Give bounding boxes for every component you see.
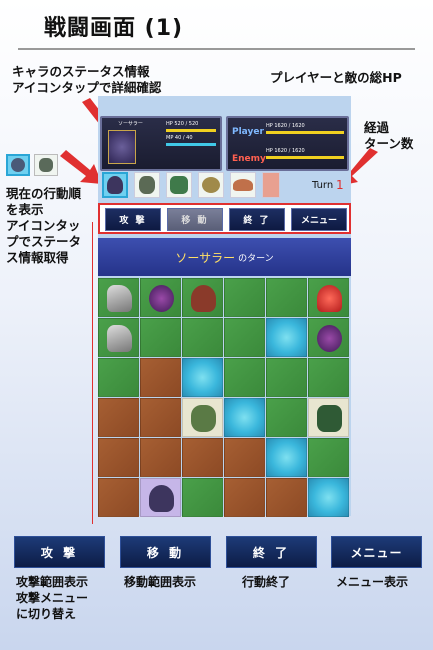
move-button-large[interactable]: 移 動 [120,536,211,568]
grid-cell[interactable] [182,478,223,517]
grid-cell[interactable] [98,318,139,357]
grid-cell-dirt[interactable] [98,438,139,477]
total-hp-panel: Player HP 1620 / 1620 Enemy HP 1620 / 16… [226,116,349,171]
order-bat2-icon[interactable] [262,172,280,198]
character-hp-bar [166,129,216,132]
move-caption: 移動範囲表示 [124,575,197,589]
attack-button-large[interactable]: 攻 撃 [14,536,105,568]
grid-cell[interactable] [308,398,349,437]
grid-cell[interactable] [140,478,181,517]
order-knight-icon[interactable] [134,172,160,198]
grid-cell[interactable] [98,278,139,317]
player-hp-bar [266,131,344,134]
grid-cell-dirt[interactable] [140,438,181,477]
grid-cell[interactable] [266,358,307,397]
purple-crystal-icon [149,285,174,312]
end-button-large[interactable]: 終 了 [226,536,317,568]
menu-button-large[interactable]: メニュー [331,536,422,568]
sorcerer-portrait-icon[interactable] [108,130,136,164]
grid-cell[interactable] [182,398,223,437]
turn-value: 1 [336,178,344,192]
grid-cell[interactable] [308,318,349,357]
rock-icon [107,285,132,312]
green-golem-icon [317,405,342,432]
order-preview-icon [6,154,30,176]
status-info-note: キャラのステータス情報 アイコンタップで詳細確認 [12,64,162,95]
grid-cell[interactable] [224,278,265,317]
title-divider [18,48,415,50]
turn-label: Turn [312,180,334,191]
grid-cell-water[interactable] [224,398,265,437]
end-caption: 行動終了 [242,575,291,589]
purple-crystal-icon [317,325,342,352]
order-bat-icon[interactable] [230,172,256,198]
player-hp-label: HP 1620 / 1620 [266,123,305,129]
bat-enemy-icon [191,285,216,312]
grid-cell-dirt[interactable] [224,438,265,477]
character-hp-label: HP 520 / 520 [166,121,199,127]
player-label: Player [232,127,264,137]
menu-caption: メニュー表示 [336,575,409,589]
grid-cell-water[interactable] [308,478,349,517]
order-golem-icon[interactable] [166,172,192,198]
grid-cell-water[interactable] [182,358,223,397]
grid-cell[interactable] [266,278,307,317]
red-item-icon [317,285,342,312]
character-mp-bar [166,143,216,146]
grid-cell-dirt[interactable] [140,358,181,397]
enemy-hp-label: HP 1620 / 1620 [266,148,305,154]
grid-cell[interactable] [224,318,265,357]
rock-icon [107,325,132,352]
grid-cell[interactable] [182,278,223,317]
grid-cell-dirt[interactable] [140,398,181,437]
action-order-note: 現在の行動順 を表示 アイコンタッ プでステータ ス情報取得 [6,186,82,265]
callout-line [92,222,93,524]
action-order-bar [98,172,298,198]
grid-cell-dirt[interactable] [266,478,307,517]
page-title: 戦闘画面 (1) [44,16,184,41]
character-status-panel[interactable]: ソーサラー HP 520 / 520 MP 40 / 40 [100,116,222,171]
attack-button[interactable]: 攻 撃 [105,208,161,231]
grid-cell[interactable] [98,358,139,397]
turn-banner: ソーサラー のターン [98,238,351,276]
grid-cell[interactable] [140,318,181,357]
grid-cell[interactable] [182,318,223,357]
grid-cell[interactable] [308,278,349,317]
sorcerer-unit-icon [149,485,174,512]
grid-cell-dirt[interactable] [224,478,265,517]
grid-cell-dirt[interactable] [98,478,139,517]
grid-cell-water[interactable] [266,318,307,357]
order-preview-icon-2 [34,154,58,176]
order-bird-icon[interactable] [198,172,224,198]
command-button-bar: 攻 撃 移 動 終 了 メニュー [98,203,351,234]
character-mp-label: MP 40 / 40 [166,135,193,141]
grid-cell[interactable] [308,358,349,397]
turn-banner-suffix: のターン [238,253,274,264]
grid-cell[interactable] [224,358,265,397]
grid-cell-dirt[interactable] [98,398,139,437]
grid-cell-water[interactable] [266,438,307,477]
attack-caption: 攻撃範囲表示 攻撃メニュー に切り替え [16,575,89,621]
menu-button[interactable]: メニュー [291,208,347,231]
enemy-hp-bar [266,156,344,159]
turn-banner-name: ソーサラー [175,250,236,265]
total-hp-note: プレイヤーと敵の総HP [270,70,402,85]
move-button[interactable]: 移 動 [167,208,223,231]
grid-cell[interactable] [266,398,307,437]
grid-cell[interactable] [140,278,181,317]
character-name: ソーサラー [118,121,143,127]
grid-cell[interactable] [308,438,349,477]
end-turn-button[interactable]: 終 了 [229,208,285,231]
battle-grid[interactable] [98,278,351,517]
golem-enemy-icon [191,405,216,432]
enemy-label: Enemy [232,154,266,164]
order-sorcerer-icon[interactable] [102,172,128,198]
grid-cell-dirt[interactable] [182,438,223,477]
